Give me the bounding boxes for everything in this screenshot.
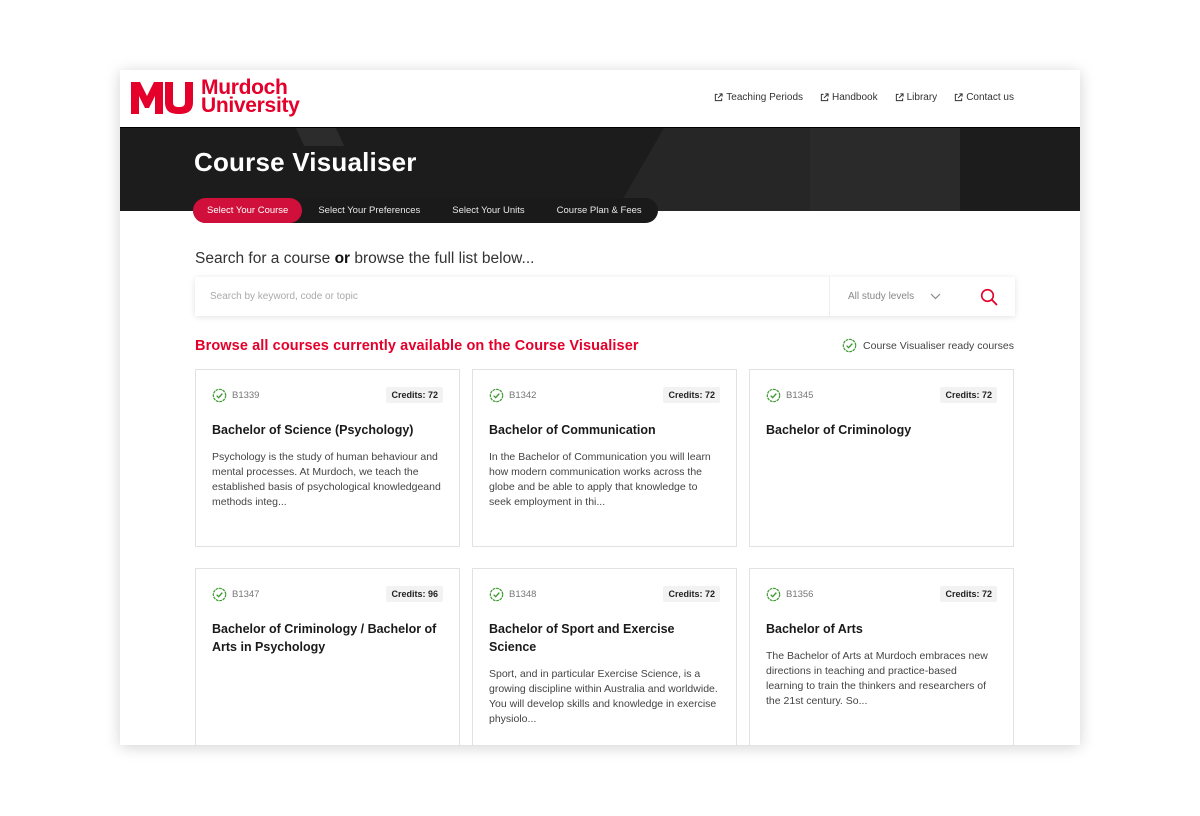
verified-check-icon — [766, 388, 781, 402]
course-description: The Bachelor of Arts at Murdoch embraces… — [766, 650, 988, 707]
course-code: B1347 — [212, 587, 259, 602]
search-button[interactable] — [971, 277, 1007, 316]
tab-select-your-course[interactable]: Select Your Course — [193, 198, 303, 223]
link-label: Teaching Periods — [726, 92, 804, 103]
course-code: B1345 — [766, 388, 813, 403]
course-title: Bachelor of Criminology — [766, 423, 912, 437]
course-card[interactable]: B1339 Credits: 72 Bachelor of Science (P… — [195, 369, 460, 547]
step-tabs: Select Your Course Select Your Preferenc… — [193, 198, 658, 223]
credits-badge: Credits: 72 — [663, 586, 720, 602]
course-code-text: B1345 — [786, 389, 814, 401]
course-description: In the Bachelor of Communication you wil… — [489, 451, 711, 508]
ready-legend: Course Visualiser ready courses — [842, 338, 1014, 353]
verified-check-icon — [489, 587, 504, 601]
course-title: Bachelor of Sport and Exercise Science — [489, 622, 675, 654]
murdoch-logo[interactable]: Murdoch University — [131, 77, 300, 117]
link-label: Handbook — [832, 92, 878, 103]
hero-decoration — [295, 128, 345, 146]
credits-badge: Credits: 96 — [386, 586, 443, 602]
link-library[interactable]: Library — [895, 92, 938, 103]
top-header: Murdoch University Teaching Periods Hand… — [120, 70, 1080, 127]
external-link-icon — [715, 93, 723, 102]
course-card[interactable]: B1348 Credits: 72 Bachelor of Sport and … — [472, 568, 737, 745]
search-heading: Search for a course or browse the full l… — [195, 250, 534, 268]
search-heading-post: browse the full list below... — [350, 250, 535, 267]
link-label: Library — [906, 92, 938, 103]
link-teaching-periods[interactable]: Teaching Periods — [714, 92, 803, 103]
search-icon — [980, 288, 998, 305]
search-heading-bold: or — [334, 250, 351, 267]
external-link-icon — [895, 93, 904, 102]
course-code: B1348 — [489, 587, 536, 602]
course-code-text: B1347 — [232, 588, 260, 600]
hero-decoration — [810, 128, 960, 211]
course-description: Sport, and in particular Exercise Scienc… — [489, 668, 718, 725]
verified-check-icon — [489, 388, 504, 402]
link-label: Contact us — [966, 92, 1014, 103]
course-description: Psychology is the study of human behavio… — [212, 451, 441, 508]
verified-check-icon — [212, 587, 227, 601]
search-heading-pre: Search for a course — [195, 250, 335, 267]
study-level-value: All study levels — [848, 291, 915, 302]
course-code: B1342 — [489, 388, 536, 403]
credits-badge: Credits: 72 — [940, 387, 997, 403]
page: Murdoch University Teaching Periods Hand… — [120, 70, 1080, 745]
course-grid: B1339 Credits: 72 Bachelor of Science (P… — [195, 369, 1015, 745]
course-title: Bachelor of Criminology / Bachelor of Ar… — [212, 622, 437, 654]
course-code: B1356 — [766, 587, 813, 602]
course-title: Bachelor of Science (Psychology) — [212, 423, 414, 437]
course-code-text: B1356 — [786, 588, 814, 600]
browse-title: Browse all courses currently available o… — [195, 338, 639, 354]
verified-check-icon — [212, 388, 227, 402]
link-contact-us[interactable]: Contact us — [954, 92, 1014, 103]
top-links: Teaching Periods Handbook Library Contac… — [714, 92, 1014, 103]
tab-select-your-preferences[interactable]: Select Your Preferences — [302, 198, 436, 223]
verified-check-icon — [842, 338, 857, 353]
external-link-icon — [820, 93, 829, 102]
credits-badge: Credits: 72 — [940, 586, 997, 602]
course-card[interactable]: B1345 Credits: 72 Bachelor of Criminolog… — [749, 369, 1014, 547]
tab-course-plan-fees[interactable]: Course Plan & Fees — [541, 198, 658, 223]
credits-badge: Credits: 72 — [663, 387, 720, 403]
course-title: Bachelor of Arts — [766, 622, 863, 636]
course-card[interactable]: B1342 Credits: 72 Bachelor of Communicat… — [472, 369, 737, 547]
course-card[interactable]: B1347 Credits: 96 Bachelor of Criminolog… — [195, 568, 460, 745]
tab-select-your-units[interactable]: Select Your Units — [436, 198, 540, 223]
verified-check-icon — [766, 587, 781, 601]
course-card[interactable]: B1356 Credits: 72 Bachelor of Arts The B… — [749, 568, 1014, 745]
page-title: Course Visualiser — [194, 147, 417, 177]
chevron-down-icon — [930, 293, 941, 300]
course-title: Bachelor of Communication — [489, 423, 656, 437]
course-code: B1339 — [212, 388, 259, 403]
mu-logo-icon — [131, 82, 193, 114]
logo-line2: University — [201, 94, 300, 117]
course-code-text: B1348 — [509, 588, 537, 600]
external-link-icon — [955, 93, 963, 102]
credits-badge: Credits: 72 — [386, 387, 443, 403]
search-input[interactable] — [195, 277, 825, 316]
link-handbook[interactable]: Handbook — [820, 92, 878, 103]
course-code-text: B1339 — [232, 389, 260, 401]
logo-wordmark: Murdoch University — [201, 77, 300, 117]
legend-label: Course Visualiser ready courses — [863, 339, 1014, 352]
search-bar: All study levels — [195, 277, 1015, 316]
course-code-text: B1342 — [509, 389, 537, 401]
study-level-select[interactable]: All study levels — [829, 277, 965, 316]
